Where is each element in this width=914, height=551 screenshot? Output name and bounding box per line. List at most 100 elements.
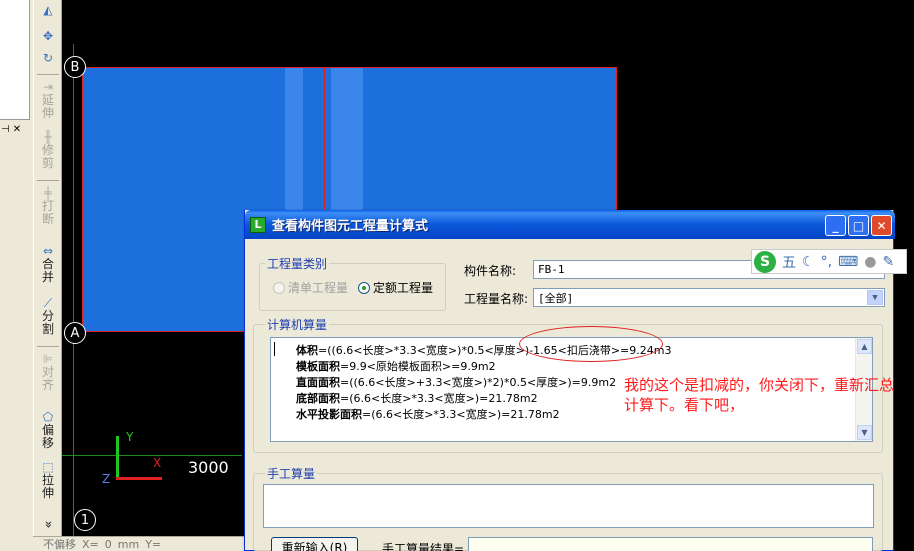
trim-label: 修剪 — [41, 143, 54, 170]
scroll-down-icon[interactable]: ▼ — [857, 425, 872, 440]
calc-line-name: 模板面积 — [296, 360, 340, 373]
align-icon: ⊫ — [42, 351, 54, 366]
scroll-up-icon[interactable]: ▲ — [857, 339, 872, 354]
ucs-z-label: Z — [102, 472, 111, 486]
list-qty-radio[interactable]: 清单工程量 — [273, 279, 348, 296]
align-button[interactable]: ⊫ 对齐 — [34, 352, 62, 392]
dimension-line — [62, 455, 242, 456]
annotation-line-2: 计算下。看下吧， — [624, 396, 745, 414]
calc-line-name: 直面面积 — [296, 376, 340, 389]
x-label: X= — [82, 537, 99, 551]
pane-controls: ⊣ ✕ — [0, 124, 33, 138]
dialog-titlebar[interactable]: L 查看构件图元工程量计算式 _ □ ✕ — [245, 210, 895, 239]
manual-formula-textarea[interactable] — [263, 484, 874, 528]
axis-marker-a: A — [64, 322, 86, 344]
mirror-button[interactable]: ◭ — [34, 3, 62, 17]
offset-icon: ⬠ — [42, 409, 54, 424]
text-caret — [274, 342, 275, 356]
break-button[interactable]: ╪ 打断 — [34, 186, 62, 226]
radio-dot — [273, 281, 285, 294]
wrench-icon[interactable]: ✎ — [882, 254, 894, 270]
calc-line: 水平投影面积=(6.6<长度>*3.3<宽度>)=21.78m2 — [296, 406, 560, 422]
extend-label: 延伸 — [41, 93, 54, 120]
stretch-icon: ⬚ — [42, 459, 54, 474]
modify-toolbar: ◭ ✥ ↻ ⇥ 延伸 ╫ 修剪 ╪ 打断 ⇔ 合并 ⟋ 分割 ⊫ 对齐 ⬠ 偏移… — [33, 0, 62, 551]
x-input[interactable]: 0 — [105, 538, 112, 551]
close-pane-icon[interactable]: ✕ — [13, 124, 21, 138]
app-icon: L — [250, 216, 266, 233]
maximize-button[interactable]: □ — [848, 215, 869, 236]
axis-marker-1: 1 — [74, 509, 96, 531]
moon-icon[interactable]: ☾ — [802, 254, 815, 270]
keyboard-icon[interactable]: ⌨ — [838, 254, 858, 270]
ucs-y-label: Y — [126, 430, 134, 444]
qty-name-label: 工程量名称: — [464, 292, 529, 306]
mirror-icon: ◭ — [43, 2, 53, 17]
align-label: 对齐 — [41, 365, 54, 392]
dimension-text: 3000 — [188, 458, 229, 477]
list-qty-label: 清单工程量 — [288, 281, 349, 295]
close-button[interactable]: ✕ — [871, 215, 892, 236]
separator — [37, 180, 59, 181]
qty-name-value: [全部] — [538, 291, 574, 305]
reinput-button[interactable]: 重新输入(R) — [271, 537, 358, 551]
move-icon: ✥ — [42, 28, 54, 43]
annotation-line-1: 我的这个是扣减的，你关闭下，重新汇总 — [624, 376, 895, 394]
more-tools-button[interactable]: » — [34, 518, 62, 531]
merge-button[interactable]: ⇔ 合并 — [34, 244, 62, 284]
extend-icon: ⇥ — [42, 79, 54, 94]
split-label: 分割 — [41, 309, 54, 336]
grid-line-1 — [73, 44, 74, 551]
pin-icon[interactable]: ⊣ — [1, 124, 10, 138]
calc-line-expr: =9.9<原始模板面积>=9.9m2 — [340, 360, 496, 373]
more-chevron-icon: » — [40, 520, 56, 529]
break-label: 打断 — [41, 199, 54, 226]
merge-label: 合并 — [41, 257, 54, 284]
ucs-x-label: X — [153, 456, 162, 470]
component-name-label: 构件名称: — [464, 264, 517, 278]
stretch-button[interactable]: ⬚ 拉伸 — [34, 460, 62, 500]
extend-button[interactable]: ⇥ 延伸 — [34, 80, 62, 120]
minimize-button[interactable]: _ — [825, 215, 846, 236]
annotation-ellipse — [519, 326, 663, 362]
calc-line-expr: =(6.6<长度>*3.3<宽度>)=21.78m2 — [340, 392, 538, 405]
qty-type-label: 工程量类别 — [265, 255, 330, 272]
ime-mode[interactable]: 五 — [782, 252, 796, 272]
separator — [37, 346, 59, 347]
punctuation-icon[interactable]: °, — [821, 254, 832, 270]
calc-line: 直面面积=((6.6<长度>+3.3<宽度>)*2)*0.5<厚度>)=9.9m… — [296, 374, 616, 390]
rotate-button[interactable]: ↻ — [34, 51, 62, 65]
radio-dot — [358, 281, 370, 294]
axis-marker-b: B — [64, 56, 86, 78]
break-icon: ╪ — [44, 185, 52, 200]
manual-group-label: 手工算量 — [265, 465, 318, 482]
trim-icon: ╫ — [44, 129, 52, 144]
trim-button[interactable]: ╫ 修剪 — [34, 130, 62, 170]
quota-qty-radio[interactable]: 定额工程量 — [358, 279, 433, 296]
split-icon: ⟋ — [43, 295, 53, 310]
split-button[interactable]: ⟋ 分割 — [34, 296, 62, 336]
ime-toolbar[interactable]: S 五 ☾ °, ⌨ ● ✎ — [751, 249, 907, 274]
manual-result-field[interactable] — [468, 537, 873, 551]
stretch-label: 拉伸 — [41, 473, 54, 500]
unit-label: mm — [117, 537, 140, 551]
dialog-title: 查看构件图元工程量计算式 — [272, 219, 429, 234]
calc-line-name: 水平投影面积 — [296, 408, 362, 421]
offset-label: 偏移 — [41, 423, 54, 450]
ime-logo-icon[interactable]: S — [754, 250, 776, 273]
left-panel: ⊣ ✕ — [0, 0, 33, 551]
properties-pane — [0, 0, 30, 120]
calc-line-name: 底部面积 — [296, 392, 340, 405]
calc-line: 模板面积=9.9<原始模板面积>=9.9m2 — [296, 358, 496, 374]
move-button[interactable]: ✥ — [34, 29, 62, 43]
manual-result-label: 手工算量结果= — [382, 542, 465, 551]
calc-line-expr: =((6.6<长度>+3.3<宽度>)*2)*0.5<厚度>)=9.9m2 — [340, 376, 617, 389]
offset-mode-select[interactable]: 不偏移 — [43, 536, 76, 551]
offset-button[interactable]: ⬠ 偏移 — [34, 410, 62, 450]
chevron-down-icon[interactable]: ▼ — [867, 290, 883, 305]
qty-name-select[interactable]: [全部] ▼ — [533, 288, 885, 307]
rotate-icon: ↻ — [42, 50, 54, 65]
annotation-text: 我的这个是扣减的，你关闭下，重新汇总 计算下。看下吧， — [624, 375, 914, 415]
ucs-x-axis — [116, 477, 162, 480]
user-icon[interactable]: ● — [864, 254, 876, 270]
